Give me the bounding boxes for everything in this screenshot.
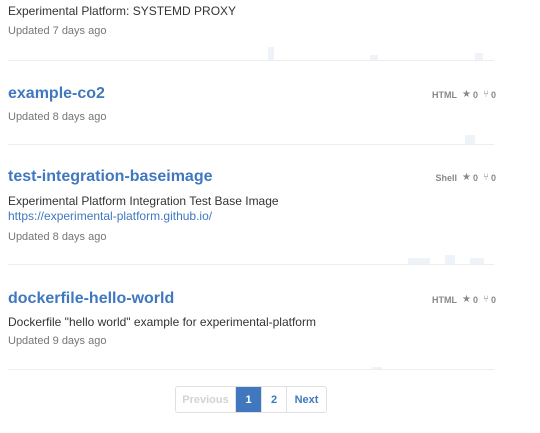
divider [8, 369, 494, 370]
repo-description-text: Experimental Platform Integration Test B… [8, 194, 279, 208]
stars-count[interactable]: ★ 0 [462, 172, 478, 183]
page-1-button[interactable]: 1 [236, 387, 262, 412]
repo-updated: Updated 8 days ago [8, 111, 107, 123]
language-label: HTML [432, 89, 457, 100]
star-icon: ★ [462, 89, 471, 100]
activity-graph [475, 53, 483, 60]
repo-title-link[interactable]: dockerfile-hello-world [8, 289, 174, 309]
repo-item: dockerfile-hello-world HTML ★ 0 ⑂ 0 Dock… [8, 289, 496, 347]
repo-updated: Updated 7 days ago [8, 25, 107, 37]
divider [8, 264, 494, 265]
repo-description: Experimental Platform: SYSTEMD PROXY [8, 4, 237, 18]
stars-value: 0 [472, 172, 478, 183]
forks-count[interactable]: ⑂ 0 [483, 89, 496, 100]
stars-value: 0 [472, 294, 478, 305]
repo-updated: Updated 8 days ago [8, 231, 107, 243]
repo-description: Dockerfile "hello world" example for exp… [8, 315, 316, 329]
repo-description: Experimental Platform Integration Test B… [8, 194, 358, 224]
language-label: HTML [432, 294, 457, 305]
forks-value: 0 [490, 89, 496, 100]
repo-item: example-co2 HTML ★ 0 ⑂ 0 Updated 8 days … [8, 84, 496, 123]
pagination: Previous 1 2 Next [175, 386, 327, 413]
repo-meta: HTML ★ 0 ⑂ 0 [432, 89, 496, 100]
activity-graph [268, 47, 274, 60]
fork-icon: ⑂ [482, 89, 489, 100]
stars-value: 0 [472, 89, 478, 100]
stars-count[interactable]: ★ 0 [462, 294, 478, 305]
stars-count[interactable]: ★ 0 [462, 89, 478, 100]
forks-value: 0 [490, 294, 496, 305]
fork-icon: ⑂ [482, 294, 489, 305]
activity-graph [445, 255, 455, 264]
star-icon: ★ [462, 294, 471, 305]
forks-value: 0 [490, 172, 496, 183]
fork-icon: ⑂ [482, 172, 489, 183]
star-icon: ★ [462, 172, 471, 183]
page-2-button[interactable]: 2 [262, 387, 287, 412]
forks-count[interactable]: ⑂ 0 [483, 172, 496, 183]
repo-title-link[interactable]: test-integration-baseimage [8, 167, 212, 187]
repo-meta: Shell ★ 0 ⑂ 0 [435, 172, 496, 183]
repo-title-link[interactable]: example-co2 [8, 84, 105, 104]
repo-meta: HTML ★ 0 ⑂ 0 [432, 294, 496, 305]
repo-item: test-integration-baseimage Shell ★ 0 ⑂ 0… [8, 167, 496, 243]
repo-homepage-link[interactable]: https://experimental-platform.github.io/ [8, 209, 212, 223]
activity-graph [465, 135, 475, 144]
next-page-button[interactable]: Next [287, 387, 326, 412]
previous-page-button: Previous [176, 387, 236, 412]
divider [8, 60, 494, 61]
repo-updated: Updated 9 days ago [8, 335, 107, 347]
forks-count[interactable]: ⑂ 0 [483, 294, 496, 305]
divider [8, 144, 494, 145]
language-label: Shell [435, 172, 457, 183]
